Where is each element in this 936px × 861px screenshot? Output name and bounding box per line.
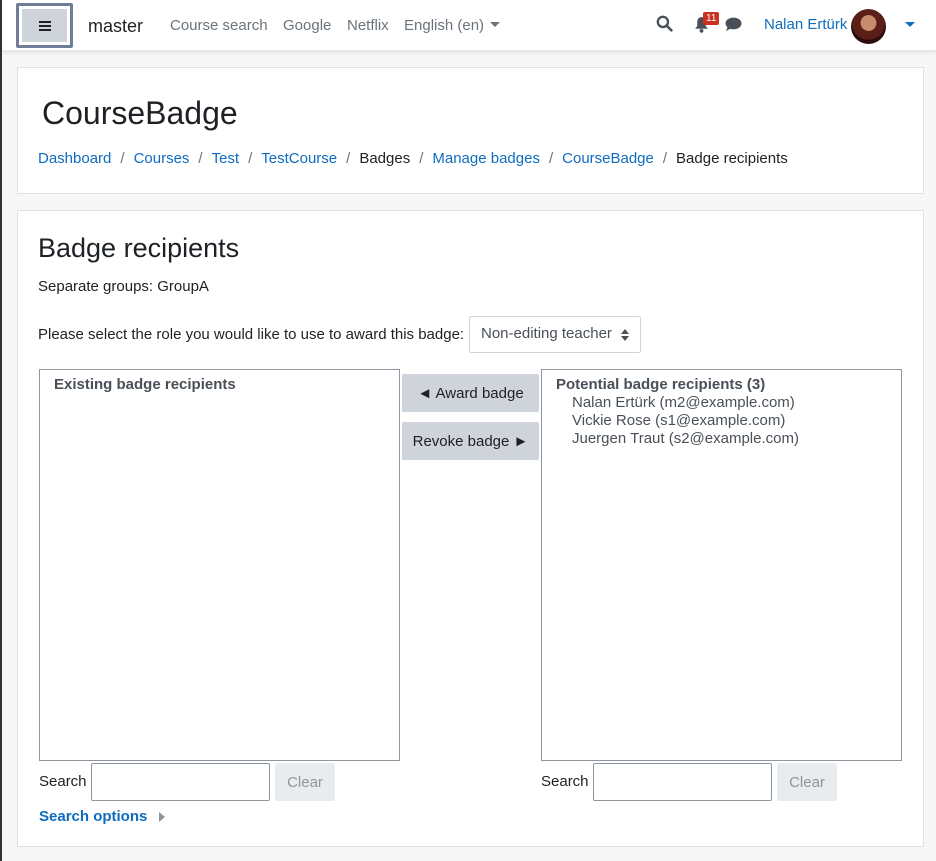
list-item[interactable]: Nalan Ertürk (m2@example.com) bbox=[572, 394, 795, 411]
potential-search-label: Search bbox=[541, 773, 589, 790]
potential-recipients-heading: Potential badge recipients (3) bbox=[556, 376, 766, 393]
existing-search-input[interactable] bbox=[91, 763, 270, 801]
breadcrumb-separator: / bbox=[120, 150, 125, 167]
breadcrumb-separator: / bbox=[346, 150, 351, 167]
existing-recipients-heading: Existing badge recipients bbox=[54, 376, 236, 393]
existing-recipients-list[interactable]: Existing badge recipients bbox=[39, 369, 400, 761]
chat-icon[interactable] bbox=[725, 17, 742, 36]
avatar[interactable] bbox=[851, 9, 886, 44]
breadcrumb-separator: / bbox=[248, 150, 253, 167]
page-header: CourseBadge Dashboard / Courses / Test /… bbox=[17, 67, 924, 194]
breadcrumb-separator: / bbox=[548, 150, 554, 167]
revoke-badge-button[interactable]: Revoke badge ► bbox=[402, 422, 539, 460]
top-navbar: master Course search Google Netflix Engl… bbox=[2, 0, 936, 51]
nav-link-google[interactable]: Google bbox=[283, 17, 331, 34]
menu-icon bbox=[38, 20, 51, 31]
breadcrumb-courses[interactable]: Courses bbox=[134, 150, 190, 167]
search-icon[interactable] bbox=[656, 15, 673, 36]
breadcrumb-dashboard[interactable]: Dashboard bbox=[38, 150, 111, 167]
role-select[interactable]: Non-editing teacher bbox=[469, 316, 641, 353]
site-name[interactable]: master bbox=[88, 16, 143, 37]
notification-count-badge: 11 bbox=[703, 12, 720, 25]
language-label: English (en) bbox=[404, 17, 485, 34]
breadcrumb: Dashboard / Courses / Test / TestCourse … bbox=[38, 150, 788, 167]
main-region: Badge recipients Separate groups: GroupA… bbox=[17, 210, 924, 847]
breadcrumb-badges: Badges bbox=[359, 150, 411, 167]
potential-clear-button[interactable]: Clear bbox=[777, 763, 837, 801]
role-select-value: Non-editing teacher bbox=[481, 325, 612, 342]
section-title: Badge recipients bbox=[38, 233, 240, 263]
list-item[interactable]: Juergen Traut (s2@example.com) bbox=[572, 430, 799, 447]
list-item[interactable]: Vickie Rose (s1@example.com) bbox=[572, 412, 785, 429]
select-arrows-icon bbox=[621, 329, 629, 341]
breadcrumb-manage-badges[interactable]: Manage badges bbox=[432, 150, 540, 167]
user-menu-name[interactable]: Nalan Ertürk bbox=[764, 16, 847, 33]
nav-link-netflix[interactable]: Netflix bbox=[347, 17, 389, 34]
search-options-toggle[interactable]: Search options bbox=[39, 808, 166, 825]
nav-link-course-search[interactable]: Course search bbox=[170, 17, 268, 34]
chevron-down-icon[interactable] bbox=[905, 22, 915, 27]
breadcrumb-separator: / bbox=[198, 150, 203, 167]
breadcrumb-test[interactable]: Test bbox=[212, 150, 240, 167]
existing-clear-button[interactable]: Clear bbox=[275, 763, 335, 801]
search-options-label: Search options bbox=[39, 808, 148, 825]
language-menu[interactable]: English (en) bbox=[404, 17, 501, 34]
drawer-toggle-button[interactable] bbox=[16, 3, 73, 48]
award-badge-button[interactable]: ◄ Award badge bbox=[402, 374, 539, 412]
existing-search-label: Search bbox=[39, 773, 87, 790]
breadcrumb-coursebadge[interactable]: CourseBadge bbox=[562, 150, 654, 167]
breadcrumb-testcourse[interactable]: TestCourse bbox=[261, 150, 337, 167]
page-title: CourseBadge bbox=[42, 95, 238, 131]
potential-search-input[interactable] bbox=[593, 763, 772, 801]
breadcrumb-current: Badge recipients bbox=[676, 150, 788, 167]
breadcrumb-separator: / bbox=[419, 150, 424, 167]
breadcrumb-separator: / bbox=[662, 150, 668, 167]
potential-recipients-list[interactable]: Potential badge recipients (3) Nalan Ert… bbox=[541, 369, 902, 761]
chevron-right-icon bbox=[159, 811, 166, 822]
chevron-down-icon bbox=[490, 22, 501, 27]
groups-info: Separate groups: GroupA bbox=[38, 278, 209, 295]
role-select-label: Please select the role you would like to… bbox=[38, 326, 465, 343]
